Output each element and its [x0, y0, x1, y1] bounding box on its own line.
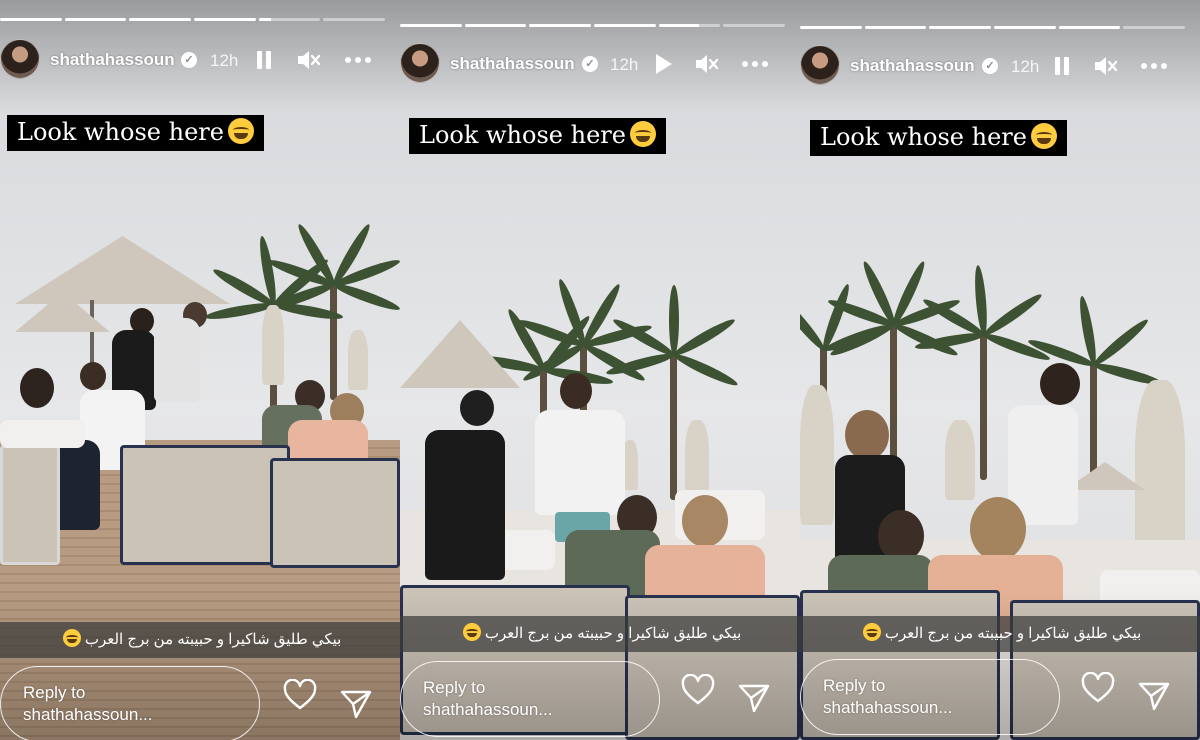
caption-text: Look whose here	[419, 121, 626, 149]
reply-user: shathahassoun...	[23, 705, 153, 724]
reply-input[interactable]: Reply to shathahassoun...	[800, 659, 1060, 735]
heart-icon[interactable]	[681, 674, 715, 706]
progress-segment	[994, 26, 1056, 29]
story-header: shathahassoun ✓ 12h	[800, 45, 1200, 89]
story-progress-bar	[400, 24, 786, 27]
progress-segment	[464, 24, 527, 27]
progress-segment	[658, 24, 721, 27]
post-time: 12h	[210, 51, 239, 70]
progress-segment	[1058, 26, 1121, 29]
progress-segment	[258, 18, 321, 21]
post-time: 12h	[610, 55, 639, 74]
lounger	[120, 445, 290, 565]
muted-icon[interactable]	[295, 47, 321, 73]
caption-text: Look whose here	[820, 123, 1027, 151]
progress-segment	[0, 18, 62, 21]
story-header: shathahassoun ✓ 12h	[0, 39, 400, 83]
progress-segment	[400, 24, 462, 27]
story-panel-1[interactable]: shathahassoun ✓ 12h Look whose here بيكي…	[0, 0, 400, 740]
send-icon[interactable]	[339, 688, 373, 720]
more-icon[interactable]	[343, 47, 373, 73]
reply-label: Reply to	[423, 678, 486, 697]
subtitle-text: بيكي طليق شاكيرا و حبيبته من برج العرب	[84, 631, 342, 648]
progress-segment	[323, 18, 386, 21]
more-icon[interactable]	[740, 51, 770, 77]
avatar[interactable]	[800, 45, 840, 85]
play-icon[interactable]	[650, 51, 676, 77]
grimacing-sweat-emoji-icon	[629, 121, 656, 147]
grimacing-sweat-emoji-icon	[227, 118, 254, 144]
grimacing-sweat-emoji-icon	[62, 629, 81, 647]
muted-icon[interactable]	[1092, 53, 1118, 79]
progress-segment	[529, 24, 592, 27]
story-progress-bar	[800, 26, 1186, 29]
progress-segment	[1123, 26, 1186, 29]
grimacing-sweat-emoji-icon	[462, 623, 481, 641]
umbrella	[400, 320, 520, 388]
progress-segment	[129, 18, 192, 21]
avatar[interactable]	[400, 43, 440, 83]
story-subtitle: بيكي طليق شاكيرا و حبيبته من برج العرب	[800, 616, 1200, 652]
story-caption: Look whose here	[409, 118, 666, 154]
story-header: shathahassoun ✓ 12h	[400, 43, 800, 87]
send-icon[interactable]	[1137, 680, 1171, 712]
story-caption: Look whose here	[7, 115, 264, 151]
reply-input[interactable]: Reply to shathahassoun...	[400, 661, 660, 737]
progress-segment	[929, 26, 992, 29]
reply-label: Reply to	[23, 683, 86, 702]
caption-text: Look whose here	[17, 118, 224, 146]
story-subtitle: بيكي طليق شاكيرا و حبيبته من برج العرب	[400, 616, 800, 652]
progress-segment	[800, 26, 862, 29]
lounger	[270, 458, 400, 568]
reply-user: shathahassoun...	[423, 700, 553, 719]
muted-icon[interactable]	[693, 51, 719, 77]
username[interactable]: shathahassoun	[850, 56, 975, 76]
send-icon[interactable]	[737, 682, 771, 714]
avatar[interactable]	[0, 39, 40, 79]
verified-badge-icon: ✓	[982, 58, 998, 74]
progress-segment	[194, 18, 256, 21]
grimacing-sweat-emoji-icon	[862, 623, 881, 641]
reply-input[interactable]: Reply to shathahassoun...	[0, 666, 260, 740]
progress-segment	[594, 24, 656, 27]
heart-icon[interactable]	[1081, 672, 1115, 704]
progress-segment	[864, 26, 927, 29]
pause-icon[interactable]	[1049, 53, 1075, 79]
more-icon[interactable]	[1139, 53, 1169, 79]
username[interactable]: shathahassoun	[450, 54, 575, 74]
lounger	[0, 445, 60, 565]
subtitle-text: بيكي طليق شاكيرا و حبيبته من برج العرب	[884, 625, 1142, 642]
story-panel-3[interactable]: shathahassoun ✓ 12h Look whose here بيكي…	[800, 0, 1200, 740]
post-time: 12h	[1011, 57, 1040, 76]
reply-user: shathahassoun...	[823, 698, 953, 717]
story-progress-bar	[0, 18, 386, 21]
story-panel-2[interactable]: shathahassoun ✓ 12h Look whose here بيكي…	[400, 0, 800, 740]
subtitle-text: بيكي طليق شاكيرا و حبيبته من برج العرب	[484, 625, 742, 642]
progress-segment	[723, 24, 786, 27]
story-subtitle: بيكي طليق شاكيرا و حبيبته من برج العرب	[0, 622, 400, 658]
reply-label: Reply to	[823, 676, 886, 695]
verified-badge-icon: ✓	[582, 56, 598, 72]
story-caption: Look whose here	[810, 120, 1067, 156]
progress-segment	[64, 18, 127, 21]
verified-badge-icon: ✓	[181, 52, 197, 68]
username[interactable]: shathahassoun	[50, 50, 175, 70]
heart-icon[interactable]	[283, 679, 317, 711]
grimacing-sweat-emoji-icon	[1030, 123, 1057, 149]
pause-icon[interactable]	[251, 47, 277, 73]
